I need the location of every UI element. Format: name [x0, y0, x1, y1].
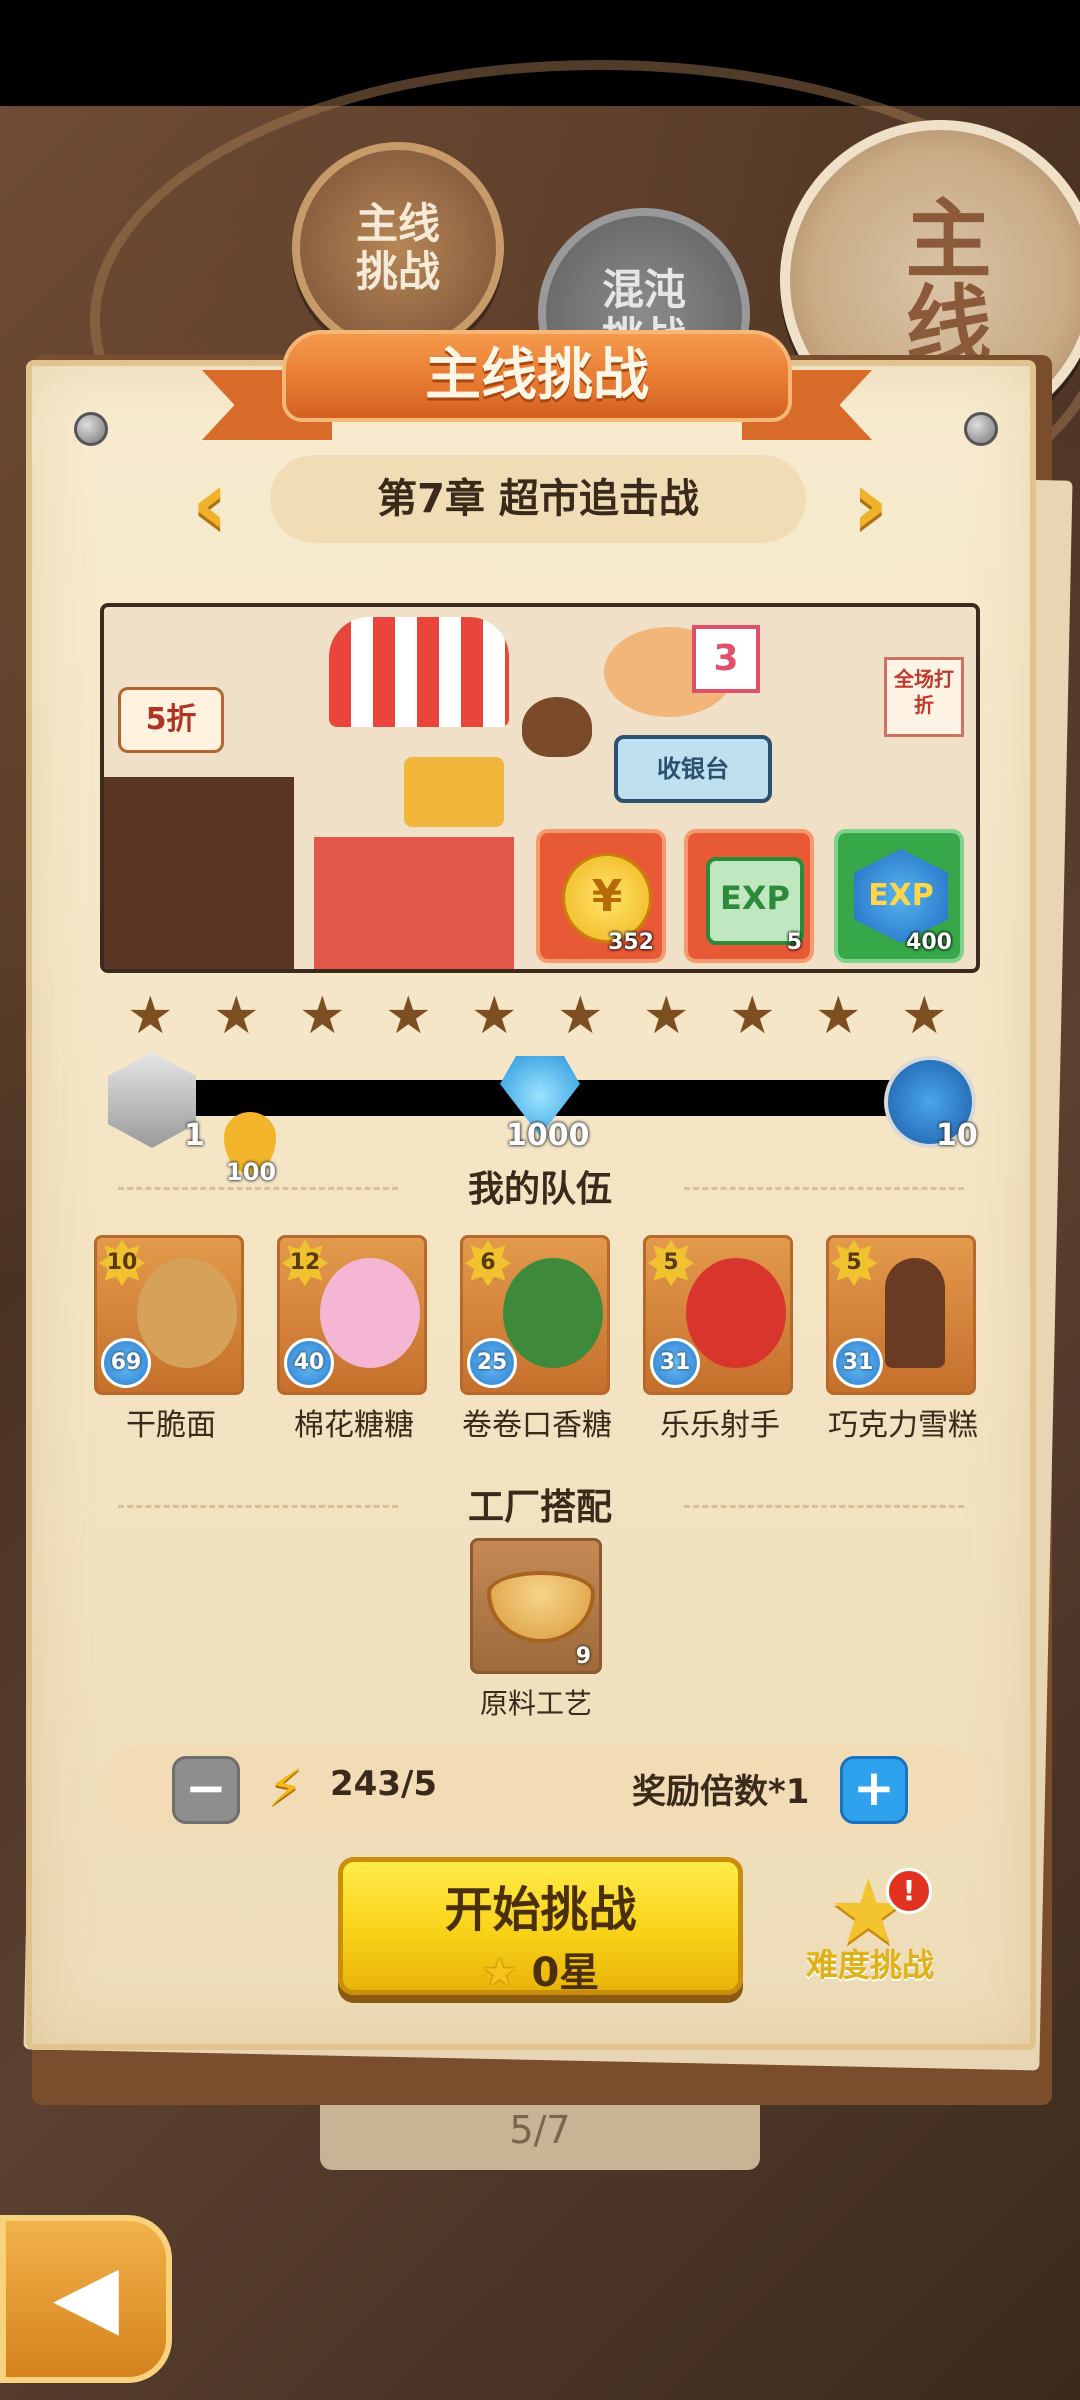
stage-preview[interactable]: 5折 收银台 3 全场打折 ¥ 352 EXP 5 EXP 400	[100, 603, 980, 973]
energy-cost: 243/5	[330, 1764, 438, 1804]
level-badge: 5	[831, 1240, 877, 1286]
discount-sign: 5折	[118, 687, 224, 753]
minus-button[interactable]: −	[172, 1756, 240, 1824]
divider	[684, 1187, 964, 1190]
back-arrow-icon: ◀	[52, 2246, 120, 2346]
team-member-card[interactable]: 5 31	[826, 1235, 976, 1395]
pin-icon	[74, 412, 108, 446]
reward-count: 5	[786, 930, 802, 955]
alert-icon: !	[886, 1868, 932, 1914]
counter-illustration	[314, 837, 514, 969]
star-icon: ★	[729, 986, 776, 1046]
character-portrait	[503, 1258, 603, 1368]
team-member-name: 乐乐射手	[660, 1408, 780, 1443]
star-icon: ★	[815, 986, 862, 1046]
skill-badge: 25	[467, 1338, 517, 1388]
shelf-illustration	[104, 777, 294, 969]
tab-main-label: 主线 挑战	[355, 199, 440, 296]
tab-main-challenge[interactable]: 主线 挑战	[292, 142, 504, 354]
character-portrait	[885, 1258, 945, 1368]
difficulty-label: 难度挑战	[805, 1946, 934, 1984]
chapter-title: 第7章 超市追击战	[270, 455, 806, 543]
team-member-card[interactable]: 6 25	[460, 1235, 610, 1395]
star-icon: ★	[127, 986, 174, 1046]
start-label: 开始挑战	[444, 1882, 637, 1938]
pin-icon	[964, 412, 998, 446]
team-member-name: 棉花糖糖	[294, 1408, 414, 1443]
number-sign: 3	[692, 625, 760, 693]
reward-count: 352	[608, 930, 654, 955]
star-icon: ★	[299, 986, 346, 1046]
factory-item-count: 9	[575, 1644, 591, 1669]
character-portrait	[137, 1258, 237, 1368]
plus-button[interactable]: +	[840, 1756, 908, 1824]
chevron-right-icon[interactable]: ›	[840, 459, 900, 549]
level-badge: 12	[282, 1240, 328, 1286]
star-icon: ★	[643, 986, 690, 1046]
character-illustration	[522, 697, 592, 757]
exp-gem-icon: EXP	[854, 849, 948, 943]
difficulty-challenge-button[interactable]: ★ ! 难度挑战	[800, 1868, 940, 1985]
character-portrait	[686, 1258, 786, 1368]
start-stars: 0星	[531, 1950, 600, 1996]
skill-badge: 31	[833, 1338, 883, 1388]
character-portrait	[320, 1258, 420, 1368]
level-badge: 5	[648, 1240, 694, 1286]
factory-title: 工厂搭配	[467, 1487, 612, 1528]
milestone-label: 1	[184, 1118, 205, 1153]
basket-illustration	[404, 757, 504, 827]
title-ribbon: 主线挑战	[202, 330, 872, 440]
factory-item-card[interactable]: 9	[470, 1538, 602, 1674]
team-member-name: 干脆面	[126, 1408, 216, 1443]
back-button[interactable]: ◀	[0, 2215, 172, 2383]
team-member-card[interactable]: 12 40	[277, 1235, 427, 1395]
star-icon: ★	[385, 986, 432, 1046]
team-member-card[interactable]: 5 31	[643, 1235, 793, 1395]
star-icon: ★	[901, 986, 948, 1046]
team-member-name: 卷卷口香糖	[462, 1408, 612, 1443]
reward-exp-green[interactable]: EXP 5	[684, 829, 814, 963]
milestone-label: 1000	[506, 1118, 590, 1153]
factory-item-name: 原料工艺	[479, 1687, 592, 1720]
star-icon: ★	[481, 1950, 518, 1996]
star-icon: ★	[557, 986, 604, 1046]
level-badge: 6	[465, 1240, 511, 1286]
checkout-sign: 收银台	[614, 735, 772, 803]
panel-title: 主线挑战	[282, 330, 792, 422]
bowl-icon	[487, 1571, 595, 1643]
skill-badge: 69	[101, 1338, 151, 1388]
reward-multiplier: 奖励倍数*1	[632, 1772, 810, 1812]
reward-count: 400	[906, 930, 952, 955]
lightning-icon: ⚡	[268, 1759, 304, 1817]
team-member-card[interactable]: 10 69	[94, 1235, 244, 1395]
team-title: 我的队伍	[467, 1169, 612, 1210]
star-icon: ★	[213, 986, 260, 1046]
reward-coin[interactable]: ¥ 352	[536, 829, 666, 963]
level-badge: 10	[99, 1240, 145, 1286]
star-icon: ★	[471, 986, 518, 1046]
milestone-label: 10	[936, 1118, 978, 1153]
reward-exp-blue[interactable]: EXP 400	[834, 829, 964, 963]
start-challenge-button[interactable]: 开始挑战 ★ 0星	[338, 1857, 743, 1996]
divider	[684, 1505, 964, 1508]
sale-sign: 全场打折	[884, 657, 964, 737]
skill-badge: 31	[650, 1338, 700, 1388]
chevron-left-icon[interactable]: ‹	[180, 459, 240, 549]
team-member-name: 巧克力雪糕	[828, 1408, 978, 1443]
tab-big-label: 主线	[890, 194, 990, 366]
awning-illustration	[329, 617, 509, 727]
skill-badge: 40	[284, 1338, 334, 1388]
